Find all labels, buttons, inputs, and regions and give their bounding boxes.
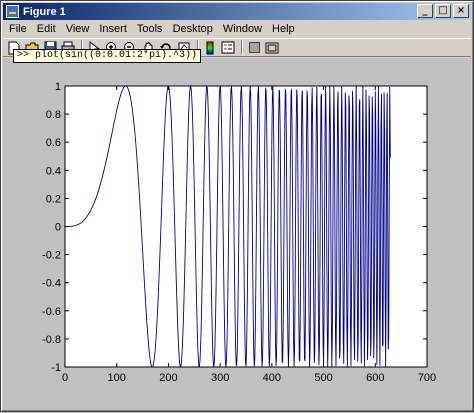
y-tick-label: -0.4 (42, 278, 61, 290)
y-tick-label: -1 (51, 362, 61, 374)
menu-view[interactable]: View (61, 23, 95, 35)
line-plot[interactable]: 0 100 200 300 400 500 600 700 -1 -0.8 -0.6 -0.4 -0.2… (3, 58, 471, 410)
x-tick-label: 200 (159, 372, 177, 384)
matlab-figure-icon (6, 5, 19, 18)
y-tick-label: -0.2 (42, 250, 61, 262)
menu-desktop[interactable]: Desktop (168, 23, 218, 35)
legend-icon[interactable] (220, 40, 236, 55)
menu-tools[interactable]: Tools (132, 23, 168, 35)
x-tick-label: 700 (418, 372, 436, 384)
menu-help[interactable]: Help (267, 23, 300, 35)
y-tick-label: 0.4 (46, 165, 61, 177)
x-tick-label: 400 (263, 372, 281, 384)
menu-window[interactable]: Window (218, 23, 267, 35)
menu-edit[interactable]: Edit (32, 23, 61, 35)
close-button[interactable]: × (453, 4, 469, 18)
figure-canvas[interactable]: 0 100 200 300 400 500 600 700 -1 -0.8 -0.6 -0.4 -0.2… (3, 58, 471, 410)
y-tick-label: 0.2 (46, 193, 61, 205)
colorbar-icon[interactable] (202, 40, 218, 55)
y-tick-label: -0.6 (42, 306, 61, 318)
y-tick-label: 0.6 (46, 137, 61, 149)
show-plot-tools-icon[interactable] (264, 40, 280, 55)
toolbar-separator (241, 40, 243, 55)
y-tick-label: -0.8 (42, 334, 61, 346)
title-bar[interactable]: Figure 1 _ □ × (3, 3, 471, 20)
hide-plot-tools-icon[interactable] (246, 40, 262, 55)
y-tick-label: 0.8 (46, 109, 61, 121)
minimize-button[interactable]: _ (417, 4, 433, 18)
x-tick-label: 600 (366, 372, 384, 384)
menu-file[interactable]: File (4, 23, 32, 35)
maximize-button[interactable]: □ (435, 4, 451, 18)
x-tick-label: 300 (211, 372, 229, 384)
command-tooltip: >> plot(sin((0:0.01:2*pi).^3)) (13, 49, 202, 63)
y-tick-label: 0 (55, 222, 61, 234)
x-tick-label: 0 (62, 372, 68, 384)
window-title: Figure 1 (23, 5, 66, 18)
figure-window: Figure 1 _ □ × File Edit View Insert Too… (0, 0, 474, 412)
menu-insert[interactable]: Insert (94, 23, 132, 35)
x-tick-label: 500 (314, 372, 332, 384)
menu-bar: File Edit View Insert Tools Desktop Wind… (4, 21, 300, 37)
y-tick-label: 1 (55, 81, 61, 93)
x-tick-label: 100 (108, 372, 126, 384)
window-controls: _ □ × (415, 4, 469, 18)
